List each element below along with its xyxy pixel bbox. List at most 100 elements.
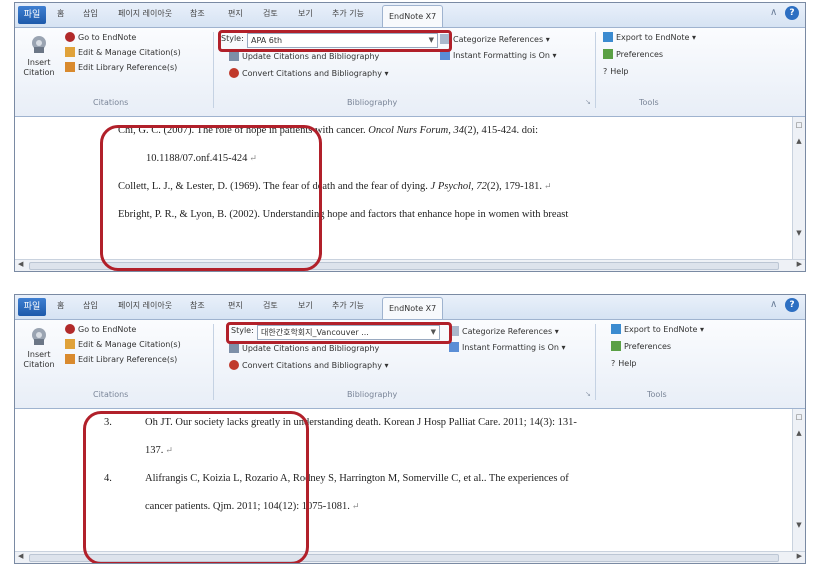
edit-library-label: Edit Library Reference(s) — [78, 63, 178, 72]
tab-references[interactable]: 참조 — [190, 8, 205, 19]
instant-formatting-button[interactable]: Instant Formatting is On ▾ — [449, 342, 566, 354]
help-button[interactable]: ? Help — [611, 358, 637, 370]
help-button[interactable]: ? Help — [603, 66, 629, 78]
minimize-icon[interactable]: ∧ — [770, 7, 777, 18]
tab-file[interactable]: 파일 — [18, 6, 46, 24]
edit-icon — [65, 339, 75, 349]
scroll-down-icon[interactable]: ▼ — [794, 521, 804, 529]
reference-oh: Oh JT. Our society lacks greatly in unde… — [145, 417, 577, 428]
scroll-right-icon[interactable]: ▶ — [797, 552, 802, 560]
edit-library-button[interactable]: Edit Library Reference(s) — [65, 354, 177, 366]
vertical-scrollbar[interactable]: □ ▲ ▼ — [792, 409, 805, 551]
export-to-endnote-button[interactable]: Export to EndNote ▾ — [603, 32, 696, 44]
tab-insert[interactable]: 삽입 — [83, 300, 98, 311]
insert-citation-label: Insert Citation — [23, 58, 55, 77]
style-dropdown[interactable]: 대한간호학회지_Vancouver ... ▼ — [257, 325, 440, 340]
tab-view[interactable]: 보기 — [298, 300, 313, 311]
document-area[interactable]: Chi, G. C. (2007). The role of hope in p… — [15, 117, 805, 271]
tab-mailings[interactable]: 편지 — [228, 300, 243, 311]
instant-icon — [440, 50, 450, 60]
update-citations-label: Update Citations and Bibliography — [242, 52, 380, 61]
tab-home[interactable]: 홈 — [57, 8, 64, 19]
insert-citation-label: Insert Citation — [23, 350, 55, 369]
instant-formatting-label: Instant Formatting is On — [453, 51, 550, 60]
scroll-right-icon[interactable]: ▶ — [797, 260, 802, 268]
scroll-down-icon[interactable]: ▼ — [794, 229, 804, 237]
ruler-icon: □ — [795, 121, 803, 129]
categorize-references-button[interactable]: Categorize References ▾ — [440, 34, 550, 46]
reference-alifrangis-journal: cancer patients. Qjm. 2011; 104(12): 107… — [145, 501, 360, 512]
insert-citation-button[interactable]: Insert Citation — [19, 324, 59, 384]
minimize-icon[interactable]: ∧ — [770, 299, 777, 310]
go-to-endnote-button[interactable]: Go to EndNote — [65, 32, 136, 44]
update-citations-button[interactable]: Update Citations and Bibliography — [229, 343, 379, 355]
group-divider — [213, 32, 214, 108]
dialog-launcher-icon[interactable]: ↘ — [585, 98, 591, 106]
horizontal-scrollbar[interactable]: ◀ ▶ — [15, 551, 805, 563]
tab-mailings[interactable]: 편지 — [228, 8, 243, 19]
scroll-thumb[interactable] — [29, 554, 779, 562]
tab-addins[interactable]: 추가 기능 — [332, 300, 364, 311]
horizontal-scrollbar[interactable]: ◀ ▶ — [15, 259, 805, 271]
tools-group-label: Tools — [647, 390, 667, 399]
endnote-icon — [65, 32, 75, 42]
categorize-references-button[interactable]: Categorize References ▾ — [449, 326, 559, 338]
chevron-down-icon: ▼ — [428, 36, 434, 44]
help-icon[interactable]: ? — [785, 298, 799, 312]
tab-page-layout[interactable]: 페이지 레이아웃 — [118, 8, 172, 19]
update-citations-button[interactable]: Update Citations and Bibliography — [229, 51, 379, 63]
update-icon — [229, 51, 239, 61]
vertical-scrollbar[interactable]: □ ▲ ▼ — [792, 117, 805, 259]
insert-citation-button[interactable]: Insert Citation — [19, 32, 59, 92]
tab-review[interactable]: 검토 — [263, 300, 278, 311]
tab-addins[interactable]: 추가 기능 — [332, 8, 364, 19]
edit-manage-label: Edit & Manage Citation(s) — [78, 340, 181, 349]
scroll-left-icon[interactable]: ◀ — [18, 260, 23, 268]
ribbon-tab-bar: 파일 홈 삽입 페이지 레이아웃 참조 편지 검토 보기 추가 기능 EndNo… — [15, 3, 805, 28]
scroll-up-icon[interactable]: ▲ — [794, 137, 804, 145]
tab-endnote-x7[interactable]: EndNote X7 — [382, 297, 444, 319]
edit-library-label: Edit Library Reference(s) — [78, 355, 178, 364]
group-divider — [213, 324, 214, 400]
bibliography-group-label: Bibliography — [347, 98, 398, 107]
export-to-endnote-button[interactable]: Export to EndNote ▾ — [611, 324, 704, 336]
categorize-label: Categorize References — [453, 35, 544, 44]
instant-icon — [449, 342, 459, 352]
convert-icon — [229, 68, 239, 78]
tab-references[interactable]: 참조 — [190, 300, 205, 311]
tab-insert[interactable]: 삽입 — [83, 8, 98, 19]
tab-page-layout[interactable]: 페이지 레이아웃 — [118, 300, 172, 311]
scroll-up-icon[interactable]: ▲ — [794, 429, 804, 437]
citations-group-label: Citations — [93, 390, 129, 399]
document-area[interactable]: 3. Oh JT. Our society lacks greatly in u… — [15, 409, 805, 563]
convert-citations-button[interactable]: Convert Citations and Bibliography ▾ — [229, 68, 389, 80]
convert-citations-button[interactable]: Convert Citations and Bibliography ▾ — [229, 360, 389, 372]
edit-manage-citations-button[interactable]: Edit & Manage Citation(s) — [65, 47, 181, 59]
chevron-down-icon: ▼ — [430, 328, 436, 336]
preferences-button[interactable]: Preferences — [611, 341, 671, 353]
categorize-icon — [440, 34, 450, 44]
update-citations-label: Update Citations and Bibliography — [242, 344, 380, 353]
dialog-launcher-icon[interactable]: ↘ — [585, 390, 591, 398]
reference-alifrangis: Alifrangis C, Koizia L, Rozario A, Rodne… — [145, 473, 569, 484]
reference-number-3: 3. — [104, 417, 112, 428]
instant-formatting-button[interactable]: Instant Formatting is On ▾ — [440, 50, 557, 62]
preferences-button[interactable]: Preferences — [603, 49, 663, 61]
tab-view[interactable]: 보기 — [298, 8, 313, 19]
tab-file[interactable]: 파일 — [18, 298, 46, 316]
categorize-label: Categorize References — [462, 327, 553, 336]
style-value: 대한간호학회지_Vancouver ... — [261, 328, 369, 337]
tab-home[interactable]: 홈 — [57, 300, 64, 311]
tab-review[interactable]: 검토 — [263, 8, 278, 19]
update-icon — [229, 343, 239, 353]
citations-group-label: Citations — [93, 98, 129, 107]
preferences-icon — [603, 49, 613, 59]
scroll-thumb[interactable] — [29, 262, 779, 270]
tab-endnote-x7[interactable]: EndNote X7 — [382, 5, 444, 27]
style-dropdown[interactable]: APA 6th ▼ — [247, 33, 438, 48]
edit-library-button[interactable]: Edit Library Reference(s) — [65, 62, 177, 74]
go-to-endnote-button[interactable]: Go to EndNote — [65, 324, 136, 336]
help-icon[interactable]: ? — [785, 6, 799, 20]
scroll-left-icon[interactable]: ◀ — [18, 552, 23, 560]
edit-manage-citations-button[interactable]: Edit & Manage Citation(s) — [65, 339, 181, 351]
